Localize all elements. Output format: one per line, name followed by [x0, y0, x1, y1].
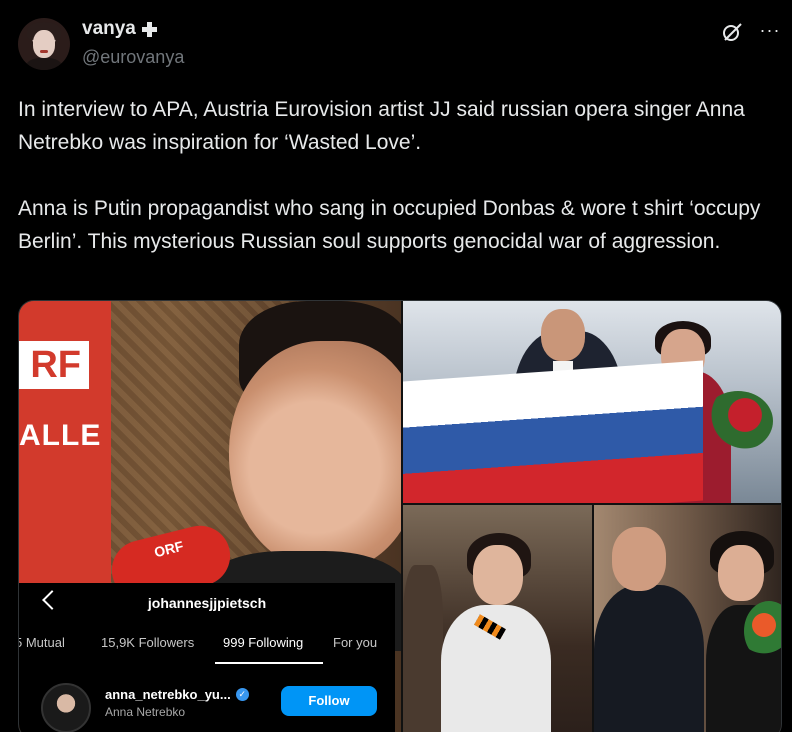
instagram-username: johannesjjpietsch — [147, 595, 267, 611]
verified-icon: ✓ — [235, 688, 249, 701]
tab-mutual: 5 Mutual — [19, 635, 65, 650]
tweet: vanya @eurovanya ··· In interview to APA… — [0, 0, 792, 732]
media-image-interview[interactable]: RF ALLE ORF johannesjjpietsch 5 Mutual 1… — [19, 301, 401, 732]
author-name[interactable]: vanya — [82, 18, 157, 40]
flowers — [703, 391, 773, 451]
tweet-paragraph-2: Anna is Putin propagandist who sang in o… — [18, 197, 761, 253]
active-tab-underline — [215, 662, 323, 664]
following-row-avatar — [41, 683, 91, 732]
author-handle[interactable]: @eurovanya — [82, 47, 184, 68]
banner-text: ALLE — [19, 419, 102, 452]
avatar-face — [33, 30, 55, 58]
tab-for-you: For you — [333, 635, 378, 650]
media-grid: RF ALLE ORF johannesjjpietsch 5 Mutual 1… — [18, 300, 782, 732]
media-image-ribbon[interactable] — [403, 505, 592, 732]
tricolor-flag — [403, 360, 703, 503]
woman-head — [718, 545, 764, 601]
instagram-tabs: 5 Mutual 15,9K Followers 999 Following F… — [19, 635, 395, 664]
tab-following: 999 Following — [223, 635, 304, 650]
man-head — [541, 309, 585, 361]
following-row-fullname: Anna Netrebko — [105, 705, 186, 719]
crowd — [403, 565, 443, 732]
cross-icon — [141, 21, 157, 37]
avatar-body — [26, 58, 62, 70]
tweet-text: In interview to APA, Austria Eurovision … — [18, 93, 778, 258]
more-icon[interactable]: ··· — [758, 20, 782, 44]
tweet-paragraph-1: In interview to APA, Austria Eurovision … — [18, 98, 745, 154]
grok-icon[interactable] — [720, 20, 744, 44]
man-suit — [594, 585, 704, 732]
man-head — [612, 527, 666, 591]
avatar-lip — [40, 50, 48, 53]
tab-followers: 15,9K Followers — [101, 635, 195, 650]
woman-head — [473, 545, 523, 605]
follow-button: Follow — [281, 686, 377, 716]
orf-logo: RF — [19, 341, 89, 389]
media-image-award[interactable] — [594, 505, 781, 732]
following-row-username-wrap: anna_netrebko_yu... ✓ — [105, 687, 249, 702]
author-display-name[interactable]: vanya — [82, 18, 136, 40]
author-avatar[interactable] — [18, 18, 70, 70]
media-image-flag[interactable] — [403, 301, 781, 503]
following-row-username: anna_netrebko_yu... — [105, 687, 231, 702]
instagram-following-overlay: johannesjjpietsch 5 Mutual 15,9K Followe… — [19, 583, 395, 732]
